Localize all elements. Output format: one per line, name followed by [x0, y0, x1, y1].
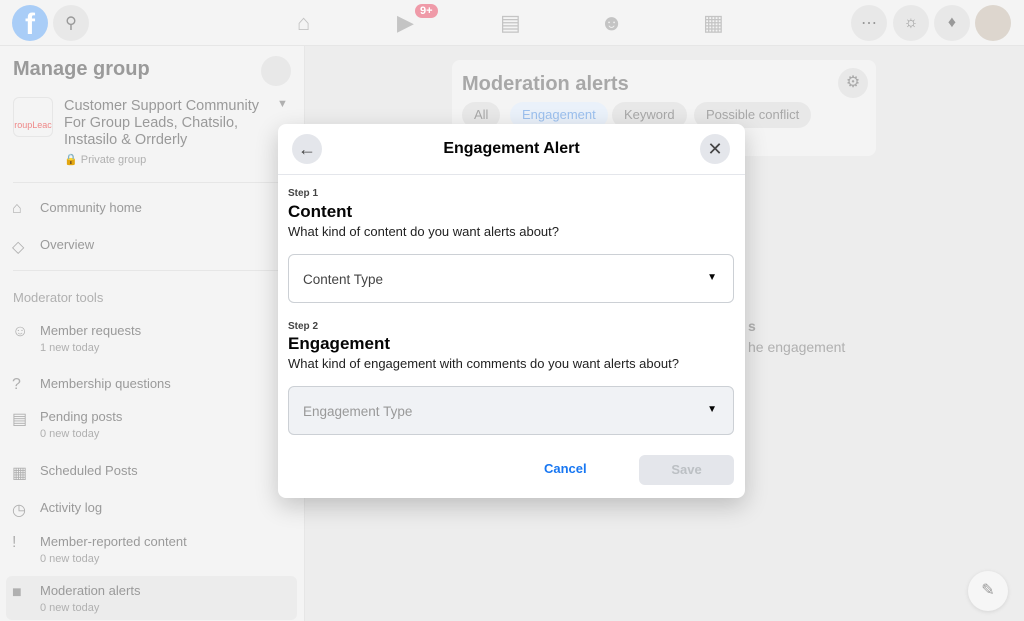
dialog-title: Engagement Alert — [443, 140, 580, 157]
empty-state-text: he engagement — [748, 339, 846, 355]
main-title: Moderation alerts — [462, 73, 629, 95]
menu-grid-icon[interactable]: ⋯ — [851, 5, 887, 41]
question-icon: ? — [12, 376, 21, 393]
messenger-icon[interactable]: ☼ — [893, 5, 929, 41]
step1-label: Step 1 — [288, 188, 319, 199]
pending-icon: ▤ — [12, 411, 28, 428]
top-navigation: f ⚲ ⌂ ▶ 9+ ▤ ☻ ▦ ⋯ ☼ ♦ — [0, 0, 1024, 46]
avatar[interactable] — [975, 5, 1011, 41]
alert-bubble-icon: ■ — [12, 584, 22, 601]
page-title: Manage group — [13, 58, 150, 80]
bell-icon[interactable]: ♦ — [934, 5, 970, 41]
home-icon: ⌂ — [12, 200, 22, 217]
step2-question: What kind of engagement with comments do… — [288, 356, 679, 371]
step1-question: What kind of content do you want alerts … — [288, 224, 560, 239]
cancel-button[interactable]: Cancel — [544, 461, 587, 476]
groups-icon[interactable]: ☻ — [600, 10, 623, 36]
section-moderator-tools[interactable]: Moderator tools — [13, 290, 103, 305]
sidebar-item-moderation-alerts[interactable]: ■ Moderation alerts 0 new today — [6, 576, 297, 620]
search-icon[interactable]: ⚲ — [53, 5, 89, 41]
empty-state-title: s — [748, 318, 756, 334]
engagement-alert-dialog: ← Engagement Alert ✕ Step 1 Content What… — [278, 124, 745, 498]
caret-down-icon[interactable]: ▼ — [277, 98, 288, 110]
new-message-button[interactable]: ✎ — [968, 571, 1008, 611]
engagement-type-select[interactable]: Engagement Type ▼ — [288, 386, 734, 435]
gear-icon[interactable]: ⚙ — [838, 68, 868, 98]
content-type-select[interactable]: Content Type ▼ — [288, 254, 734, 303]
step1-heading: Content — [288, 202, 353, 221]
close-button[interactable]: ✕ — [700, 134, 730, 164]
save-button[interactable]: Save — [639, 455, 734, 485]
alert-icon: ! — [12, 534, 17, 551]
group-name[interactable]: Customer Support Community For Group Lea… — [64, 98, 269, 149]
layers-icon: ◇ — [12, 239, 25, 256]
caret-down-icon: ▼ — [707, 272, 717, 283]
watch-icon[interactable]: ▶ — [397, 10, 414, 36]
gaming-icon[interactable]: ▦ — [703, 10, 724, 36]
sidebar: Manage group roupLeac Customer Support C… — [0, 46, 305, 621]
notification-badge: 9+ — [415, 4, 438, 18]
facebook-logo[interactable]: f — [12, 5, 48, 41]
calendar-icon: ▦ — [12, 465, 28, 482]
home-icon[interactable]: ⌂ — [297, 10, 310, 36]
group-logo: roupLeac — [13, 97, 53, 137]
marketplace-icon[interactable]: ▤ — [500, 10, 521, 36]
collapse-sidebar-button[interactable] — [261, 56, 291, 86]
add-user-icon: ☺ — [12, 323, 29, 340]
privacy-label: 🔒 Private group — [64, 154, 147, 166]
clock-icon: ◷ — [12, 502, 26, 519]
caret-down-icon: ▼ — [707, 404, 717, 415]
step2-label: Step 2 — [288, 321, 319, 332]
step2-heading: Engagement — [288, 334, 391, 353]
